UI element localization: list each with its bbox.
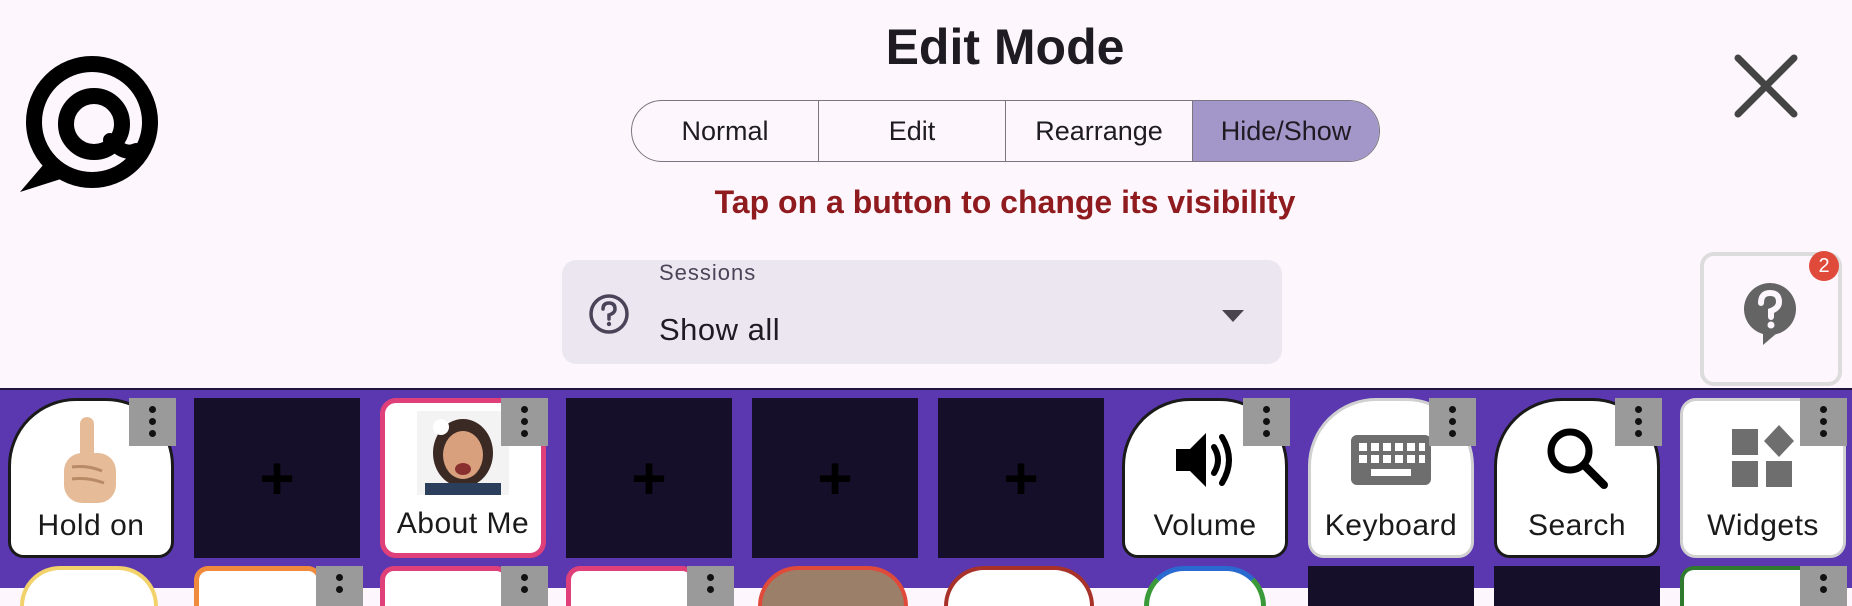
tile-partial[interactable] bbox=[380, 566, 510, 606]
more-vert-icon[interactable] bbox=[316, 566, 363, 606]
help-bubble-icon bbox=[1744, 283, 1796, 345]
tab-hide-show[interactable]: Hide/Show bbox=[1193, 101, 1379, 161]
tile-empty[interactable]: + bbox=[752, 398, 918, 558]
tile-partial-empty[interactable] bbox=[1308, 566, 1474, 606]
edit-mode-header: Edit Mode Normal Edit Rearrange Hide/Sho… bbox=[0, 0, 1852, 388]
tile-label: Widgets bbox=[1707, 509, 1819, 542]
tab-normal[interactable]: Normal bbox=[632, 101, 819, 161]
pointing-hand-icon bbox=[64, 417, 116, 503]
add-icon: + bbox=[259, 444, 295, 512]
widgets-icon bbox=[1732, 425, 1794, 487]
page-title: Edit Mode bbox=[885, 19, 1125, 75]
more-vert-icon[interactable] bbox=[1615, 398, 1662, 446]
tile-partial-empty[interactable] bbox=[1494, 566, 1660, 606]
dropdown-caret-icon bbox=[1222, 310, 1244, 322]
tile-label: Volume bbox=[1153, 509, 1257, 542]
more-vert-icon[interactable] bbox=[1800, 398, 1847, 446]
tile-partial[interactable] bbox=[758, 566, 908, 606]
tile-partial[interactable] bbox=[194, 566, 322, 606]
tile-partial[interactable] bbox=[944, 566, 1094, 606]
help-badge: 2 bbox=[1809, 251, 1839, 281]
more-vert-icon[interactable] bbox=[1800, 566, 1847, 606]
keyboard-icon bbox=[1351, 435, 1431, 485]
tile-label: About Me bbox=[396, 507, 530, 540]
tile-empty[interactable]: + bbox=[194, 398, 360, 558]
more-vert-icon[interactable] bbox=[1429, 398, 1476, 446]
tile-partial[interactable] bbox=[566, 566, 696, 606]
mode-toggle: Normal Edit Rearrange Hide/Show bbox=[631, 100, 1380, 162]
tile-empty[interactable]: + bbox=[566, 398, 732, 558]
close-icon[interactable] bbox=[1730, 50, 1802, 122]
visibility-hint: Tap on a button to change its visibility bbox=[714, 184, 1296, 220]
sessions-value: Show all bbox=[659, 312, 781, 347]
tab-edit[interactable]: Edit bbox=[819, 101, 1006, 161]
tile-label: Keyboard bbox=[1324, 509, 1458, 542]
more-vert-icon[interactable] bbox=[1243, 398, 1290, 446]
tile-empty[interactable]: + bbox=[938, 398, 1104, 558]
question-circle-icon bbox=[589, 294, 629, 334]
more-vert-icon[interactable] bbox=[687, 566, 734, 606]
button-board: Hold on + About Me + + + Volume Keyboard… bbox=[0, 388, 1852, 606]
sessions-dropdown[interactable]: Sessions Show all bbox=[562, 260, 1282, 364]
tile-partial[interactable] bbox=[20, 566, 158, 606]
search-icon bbox=[1547, 428, 1608, 489]
volume-icon bbox=[1176, 433, 1232, 487]
more-vert-icon[interactable] bbox=[501, 566, 548, 606]
avatar bbox=[417, 411, 509, 495]
tile-label: Search bbox=[1527, 509, 1627, 542]
more-vert-icon[interactable] bbox=[129, 398, 176, 446]
tile-label: Hold on bbox=[37, 509, 145, 542]
sessions-label: Sessions bbox=[659, 260, 757, 285]
add-icon: + bbox=[1003, 444, 1039, 512]
tab-rearrange[interactable]: Rearrange bbox=[1006, 101, 1193, 161]
add-icon: + bbox=[631, 444, 667, 512]
tile-partial[interactable] bbox=[1144, 566, 1266, 606]
add-icon: + bbox=[817, 444, 853, 512]
more-vert-icon[interactable] bbox=[501, 398, 548, 446]
